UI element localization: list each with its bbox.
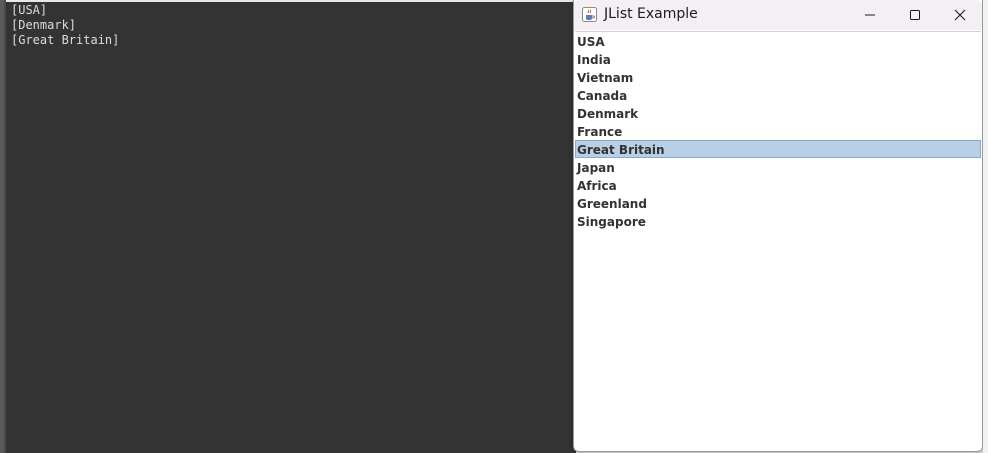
list-item[interactable]: Japan [575,158,981,176]
maximize-icon [910,10,920,20]
console-line: [Great Britain] [11,33,120,47]
maximize-button[interactable] [892,0,938,30]
close-button[interactable] [937,0,983,30]
window-title: JList Example [604,6,698,22]
minimize-icon [865,14,875,16]
window-titlebar[interactable]: JList Example [574,0,982,30]
java-cup-icon[interactable] [582,7,597,22]
console-output-panel: [USA] [Denmark] [Great Britain] [4,0,576,453]
console-lines: [USA] [Denmark] [Great Britain] [11,3,119,48]
list-item[interactable]: Singapore [575,212,981,230]
country-list[interactable]: USA India Vietnam Canada Denmark France … [575,31,981,450]
close-icon [954,9,966,21]
country-list-items: USA India Vietnam Canada Denmark France … [575,32,981,230]
list-item[interactable]: Africa [575,176,981,194]
desktop-edge [983,0,988,453]
console-line: [USA] [11,3,48,17]
list-item[interactable]: India [575,50,981,68]
list-item-selected[interactable]: Great Britain [575,140,981,158]
list-item[interactable]: France [575,122,981,140]
jlist-example-window: JList Example USA India Vietnam Canada D… [573,0,983,452]
list-item[interactable]: Canada [575,86,981,104]
list-item[interactable]: Vietnam [575,68,981,86]
console-line: [Denmark] [11,18,77,32]
list-item[interactable]: USA [575,32,981,50]
list-item[interactable]: Greenland [575,194,981,212]
minimize-button[interactable] [847,0,893,30]
desktop: [USA] [Denmark] [Great Britain] JList Ex… [0,0,988,453]
console-top-divider [6,0,576,2]
list-item[interactable]: Denmark [575,104,981,122]
